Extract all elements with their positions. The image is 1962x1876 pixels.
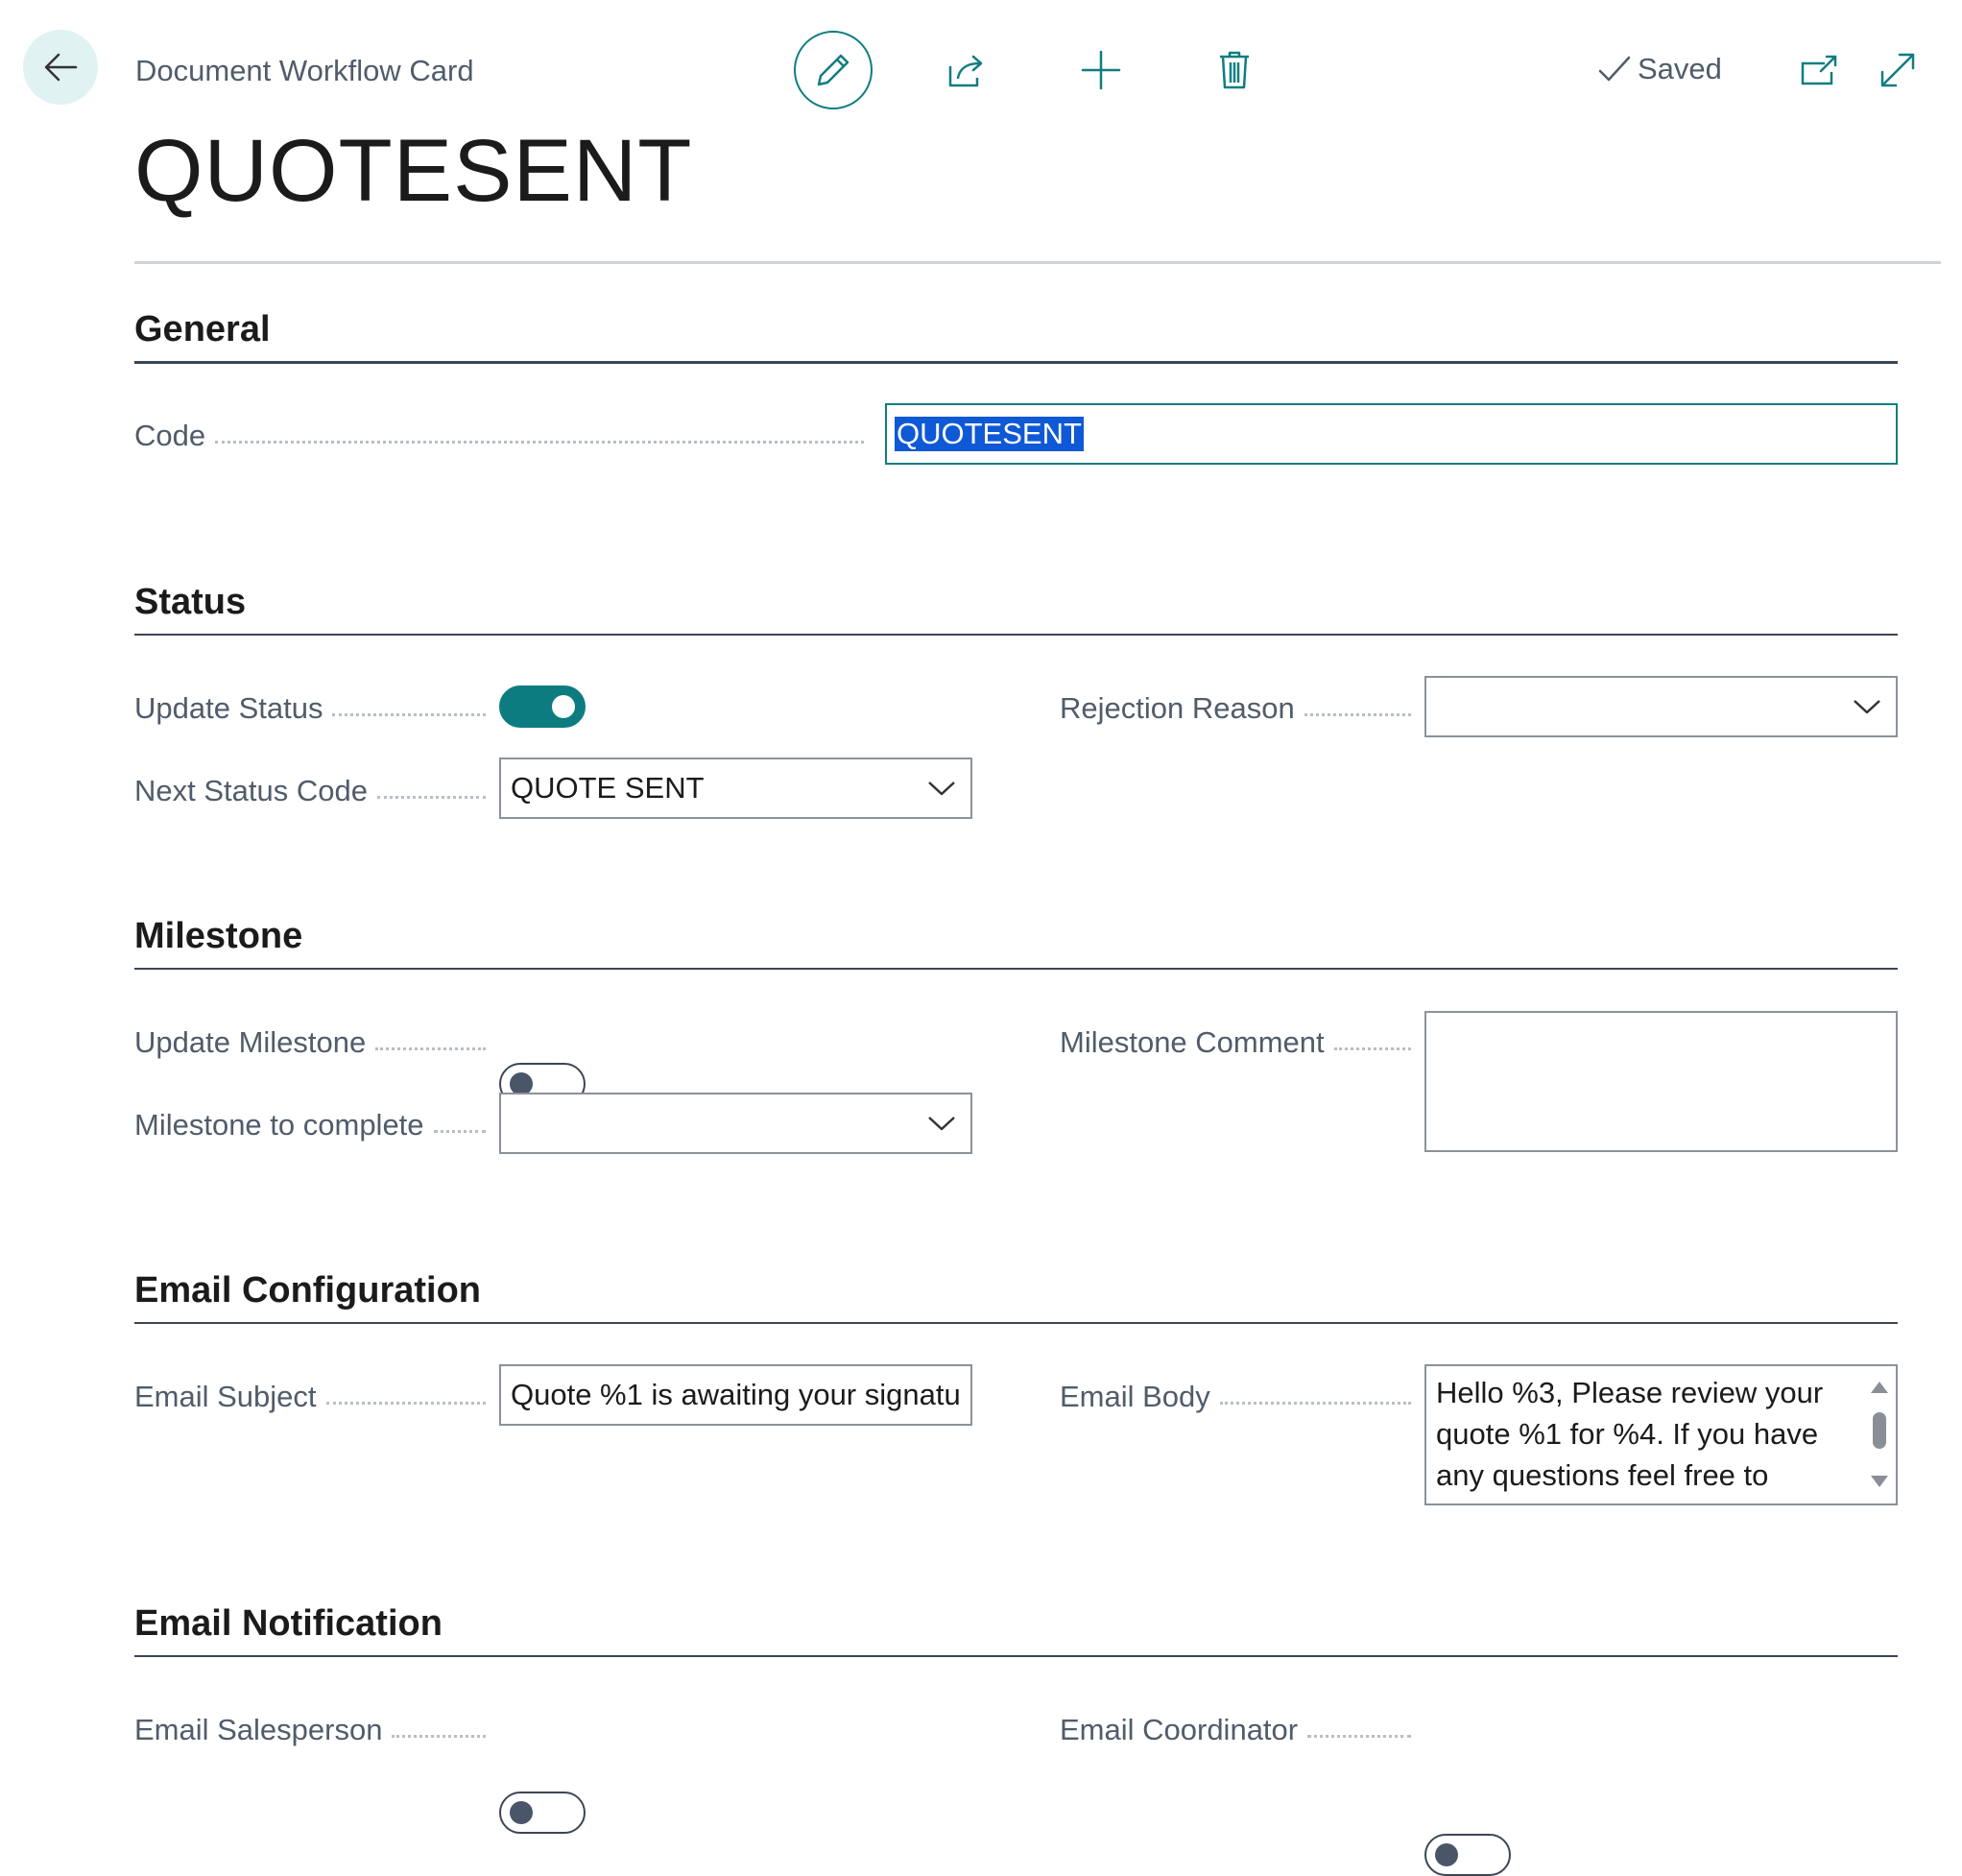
code-label: Code — [134, 419, 873, 453]
section-title-milestone: Milestone — [134, 916, 303, 956]
update-status-toggle[interactable] — [499, 685, 586, 728]
email-body-scrollbar[interactable] — [1867, 1368, 1892, 1499]
email-salesperson-toggle[interactable] — [499, 1792, 586, 1834]
section-title-email-configuration: Email Configuration — [134, 1270, 481, 1311]
expand-button[interactable] — [1874, 46, 1922, 94]
email-subject-value: Quote %1 is awaiting your signatu — [511, 1378, 961, 1411]
milestone-comment-textarea[interactable] — [1424, 1011, 1898, 1152]
milestone-to-complete-dropdown[interactable] — [499, 1093, 972, 1154]
back-button[interactable] — [23, 30, 98, 105]
rejection-reason-dropdown[interactable] — [1424, 676, 1898, 737]
next-status-code-dropdown[interactable]: QUOTE SENT — [499, 758, 972, 819]
email-subject-input[interactable]: Quote %1 is awaiting your signatu — [499, 1364, 972, 1426]
plus-icon — [1081, 50, 1121, 90]
saved-label: Saved — [1638, 52, 1722, 85]
section-title-email-notification: Email Notification — [134, 1603, 443, 1644]
section-title-status: Status — [134, 582, 247, 622]
email-body-wrapper: Hello %3, Please review your quote %1 fo… — [1424, 1364, 1898, 1505]
section-divider-email-configuration — [134, 1322, 1898, 1324]
share-icon — [946, 51, 987, 89]
section-divider-general — [134, 361, 1898, 364]
next-status-code-label: Next Status Code — [134, 774, 495, 808]
code-input-value: QUOTESENT — [895, 417, 1084, 451]
title-divider — [134, 261, 1941, 264]
saved-status: Saved — [1597, 52, 1722, 86]
email-body-label: Email Body — [1060, 1380, 1421, 1414]
email-body-textarea[interactable]: Hello %3, Please review your quote %1 fo… — [1424, 1364, 1898, 1505]
pencil-icon — [814, 51, 852, 89]
section-divider-email-notification — [134, 1655, 1898, 1657]
email-salesperson-label: Email Salesperson — [134, 1713, 495, 1747]
page-caption: Document Workflow Card — [135, 54, 474, 87]
open-new-window-button[interactable] — [1795, 46, 1843, 94]
email-coordinator-toggle[interactable] — [1424, 1834, 1511, 1876]
section-divider-status — [134, 634, 1898, 636]
open-in-new-window-icon — [1800, 54, 1838, 86]
update-milestone-label: Update Milestone — [134, 1025, 495, 1060]
delete-button[interactable] — [1210, 46, 1258, 94]
chevron-down-icon — [1838, 698, 1896, 715]
share-button[interactable] — [943, 46, 991, 94]
email-subject-label: Email Subject — [134, 1380, 495, 1414]
chevron-down-icon — [913, 1115, 970, 1132]
arrow-left-icon — [41, 48, 80, 86]
email-coordinator-label: Email Coordinator — [1060, 1713, 1421, 1747]
trash-icon — [1218, 50, 1251, 90]
chevron-down-icon — [913, 780, 970, 797]
section-divider-milestone — [134, 968, 1898, 970]
expand-icon — [1878, 51, 1917, 89]
milestone-to-complete-label: Milestone to complete — [134, 1108, 495, 1142]
checkmark-icon — [1597, 55, 1632, 84]
next-status-code-value: QUOTE SENT — [511, 771, 705, 805]
new-button[interactable] — [1077, 46, 1125, 94]
section-title-general: General — [134, 309, 271, 349]
rejection-reason-label: Rejection Reason — [1060, 691, 1421, 726]
edit-button[interactable] — [794, 31, 873, 109]
code-input[interactable]: QUOTESENT — [885, 403, 1898, 465]
milestone-comment-label: Milestone Comment — [1060, 1025, 1421, 1060]
update-status-label: Update Status — [134, 691, 495, 726]
page-title: QUOTESENT — [134, 122, 693, 220]
